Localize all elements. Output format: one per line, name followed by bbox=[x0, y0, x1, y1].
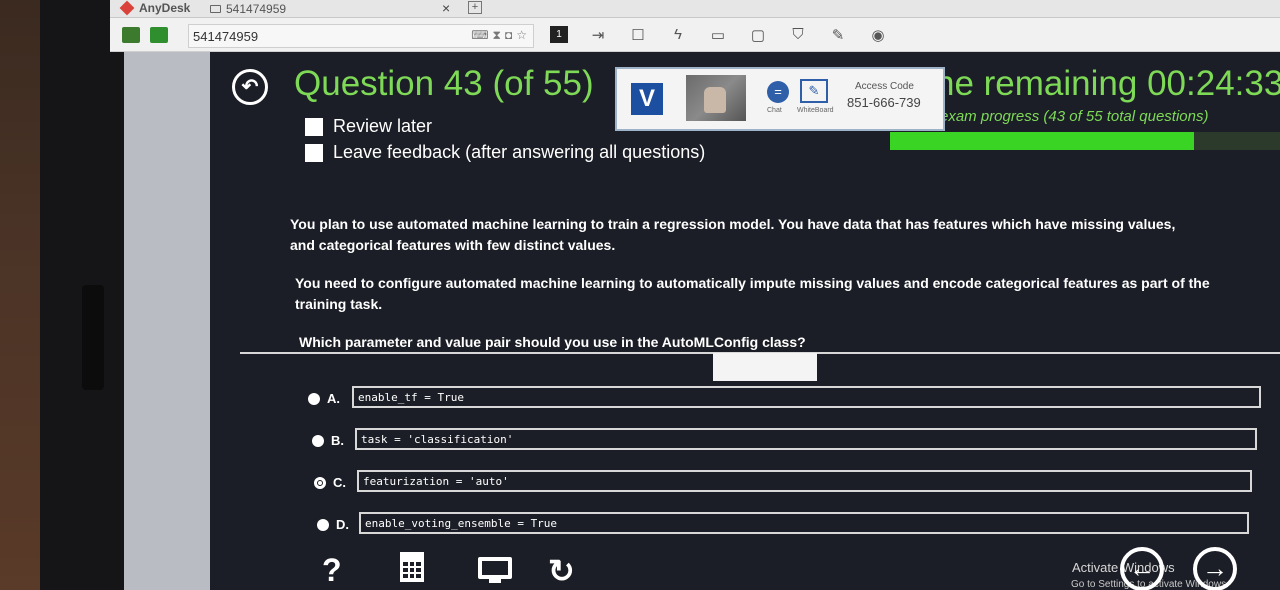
option-d[interactable]: D. bbox=[317, 517, 352, 532]
anydesk-v-logo: V bbox=[631, 83, 663, 115]
camera-person bbox=[704, 87, 726, 113]
option-a[interactable]: A. bbox=[308, 391, 343, 406]
chat-label: Chat bbox=[767, 107, 782, 114]
option-b-radio[interactable] bbox=[312, 434, 324, 447]
exam-progress-fill bbox=[890, 132, 1195, 150]
leave-feedback-row[interactable]: Leave feedback (after answering all ques… bbox=[305, 142, 705, 163]
chat-bubble-icon[interactable]: = bbox=[767, 81, 789, 103]
chat-icon[interactable]: ☐ bbox=[628, 26, 648, 44]
whiteboard-label: WhiteBoard bbox=[797, 107, 834, 114]
hourglass-icon[interactable]: ⧗ bbox=[493, 28, 501, 43]
connection-status-icon[interactable] bbox=[122, 27, 140, 43]
option-b[interactable]: B. bbox=[312, 433, 347, 448]
actions-lightning-icon[interactable]: ϟ bbox=[668, 26, 688, 43]
keyboard-icon[interactable]: ⌨ bbox=[471, 28, 488, 43]
anydesk-toolbar: 541474959 ⌨ ⧗ ◘ ☆ 1 ⇥ ☐ ϟ ▭ ▢ ⛉ ✎ ◉ bbox=[110, 18, 1280, 52]
exam-screen: ↶ Question 43 (of 55) Review later Leave… bbox=[210, 52, 1280, 590]
option-c-letter: C. bbox=[333, 475, 346, 490]
file-transfer-icon[interactable]: ⇥ bbox=[588, 26, 608, 44]
camera-thumbnail bbox=[686, 75, 746, 121]
exam-progress-label: exam progress (43 of 55 total questions) bbox=[940, 108, 1209, 125]
question-paragraph-2: You need to configure automated machine … bbox=[295, 275, 1210, 312]
monitor-select-button[interactable]: 1 bbox=[550, 26, 568, 43]
question-paragraph-1: You plan to use automated machine learni… bbox=[290, 216, 1176, 253]
screen-icon-stand bbox=[489, 579, 501, 583]
next-question-button[interactable]: → bbox=[1193, 547, 1237, 590]
anydesk-session-panel: V = Chat ✎ WhiteBoard Access Code 851-66… bbox=[615, 67, 945, 131]
new-tab-button[interactable]: + bbox=[468, 1, 482, 14]
divider-tab bbox=[713, 353, 817, 381]
time-remaining: ne remaining 00:24:33 bbox=[935, 64, 1280, 103]
address-bar[interactable]: 541474959 ⌨ ⧗ ◘ ☆ bbox=[188, 24, 534, 48]
review-later-label: Review later bbox=[333, 116, 433, 136]
option-c[interactable]: C. bbox=[314, 475, 349, 490]
record-icon[interactable]: ◉ bbox=[868, 26, 888, 44]
remote-desk-icon[interactable] bbox=[150, 27, 168, 43]
permissions-shield-icon[interactable]: ⛉ bbox=[788, 26, 808, 43]
reset-icon[interactable]: ↻ bbox=[548, 552, 575, 590]
option-b-letter: B. bbox=[331, 433, 344, 448]
help-icon[interactable]: ? bbox=[322, 552, 342, 589]
monitor-icon bbox=[210, 5, 221, 13]
anydesk-tab-bar: AnyDesk 541474959 × + bbox=[110, 0, 1280, 18]
calculator-icon[interactable] bbox=[400, 552, 424, 582]
anydesk-logo-icon bbox=[119, 0, 135, 16]
option-c-radio-selected[interactable] bbox=[314, 476, 326, 489]
access-code-label: Access Code bbox=[855, 81, 914, 92]
option-d-letter: D. bbox=[336, 517, 349, 532]
lock-icon[interactable]: ◘ bbox=[505, 28, 512, 43]
laptop-hinge bbox=[82, 285, 104, 390]
screen-icon[interactable] bbox=[478, 557, 512, 579]
review-later-checkbox[interactable] bbox=[305, 117, 323, 136]
previous-question-button[interactable]: ← bbox=[1120, 547, 1164, 590]
option-a-code[interactable]: enable_tf = True bbox=[352, 386, 1261, 408]
favorite-star-icon[interactable]: ☆ bbox=[516, 28, 527, 43]
option-d-code[interactable]: enable_voting_ensemble = True bbox=[359, 512, 1249, 534]
session-tab[interactable]: 541474959 × + bbox=[210, 0, 482, 18]
leave-feedback-label: Leave feedback (after answering all ques… bbox=[333, 142, 706, 162]
question-title: Question 43 (of 55) bbox=[294, 64, 594, 103]
display-icon[interactable]: ▢ bbox=[748, 26, 768, 44]
address-value: 541474959 bbox=[193, 29, 259, 44]
back-button[interactable]: ↶ bbox=[232, 69, 268, 105]
question-prompt: Which parameter and value pair should yo… bbox=[299, 334, 806, 350]
option-b-code[interactable]: task = 'classification' bbox=[355, 428, 1257, 450]
keyboard-settings-icon[interactable]: ▭ bbox=[708, 26, 728, 44]
option-a-radio[interactable] bbox=[308, 392, 320, 405]
option-a-letter: A. bbox=[327, 391, 340, 406]
leave-feedback-checkbox[interactable] bbox=[305, 143, 323, 162]
draw-pen-icon[interactable]: ✎ bbox=[828, 26, 848, 44]
option-d-radio[interactable] bbox=[317, 518, 329, 531]
whiteboard-icon[interactable]: ✎ bbox=[800, 79, 828, 103]
exam-progress-bar bbox=[890, 132, 1280, 150]
option-c-code[interactable]: featurization = 'auto' bbox=[357, 470, 1252, 492]
close-tab-button[interactable]: × bbox=[442, 0, 450, 16]
session-tab-label: 541474959 bbox=[226, 2, 287, 16]
review-later-row[interactable]: Review later bbox=[305, 116, 432, 137]
anydesk-logo: AnyDesk bbox=[119, 0, 191, 16]
anydesk-brand: AnyDesk bbox=[139, 1, 191, 15]
access-code-value: 851-666-739 bbox=[847, 95, 921, 110]
